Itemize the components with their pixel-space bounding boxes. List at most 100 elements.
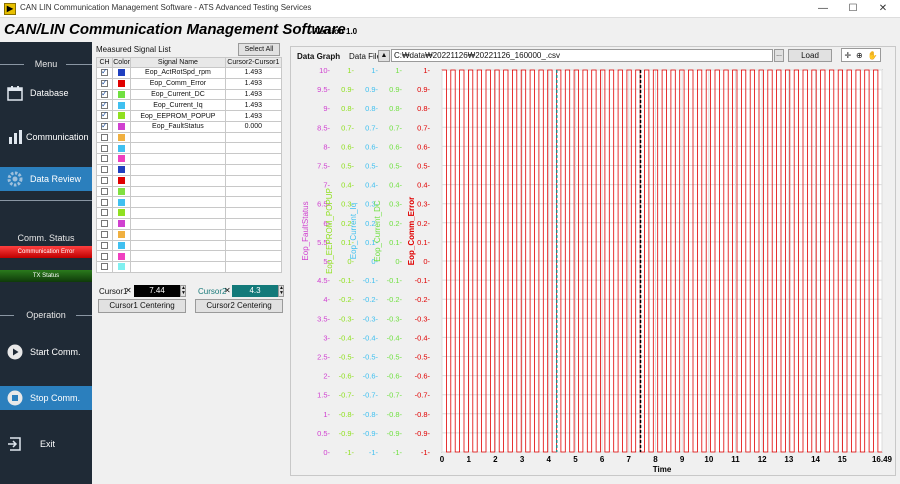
data-graph-chart[interactable]: 0 1 2 3 4 5 6 7 8 9 10 11 12 13 14 15 16.49Time10-9.5-9-… [292, 62, 894, 474]
signal-row[interactable]: Eop_ActRotSpd_rpm1.493 [95, 67, 283, 79]
signal-color-swatch[interactable] [118, 123, 126, 131]
close-button[interactable]: ✕ [868, 1, 898, 17]
signal-checkbox-cell[interactable] [95, 217, 114, 230]
signal-row[interactable] [95, 207, 283, 219]
signal-color-cell[interactable] [112, 185, 132, 198]
cursor2-centering-button[interactable]: Cursor2 Centering [195, 299, 283, 313]
signal-color-cell[interactable] [112, 261, 132, 273]
exit-button[interactable]: Exit [0, 432, 92, 456]
signal-checkbox[interactable] [101, 263, 109, 271]
signal-row[interactable] [95, 196, 283, 209]
signal-color-cell[interactable] [112, 196, 132, 209]
signal-row[interactable] [95, 250, 283, 263]
signal-row[interactable] [95, 142, 283, 155]
signal-color-cell[interactable] [112, 217, 132, 230]
signal-row[interactable] [95, 239, 283, 252]
signal-color-cell[interactable] [112, 77, 132, 90]
signal-color-cell[interactable] [112, 174, 132, 187]
minimize-button[interactable]: — [808, 1, 838, 17]
signal-checkbox[interactable] [101, 241, 109, 249]
signal-row[interactable] [95, 261, 283, 273]
signal-row[interactable] [95, 185, 283, 198]
signal-color-cell[interactable] [112, 250, 132, 263]
signal-checkbox[interactable] [101, 187, 109, 195]
signal-checkbox-cell[interactable] [95, 239, 114, 252]
signal-checkbox[interactable] [101, 155, 109, 163]
cursor2-value[interactable]: 4.3 [232, 285, 278, 297]
signal-color-swatch[interactable] [118, 112, 126, 120]
signal-checkbox-cell[interactable] [95, 207, 114, 219]
start-comm-button[interactable]: Start Comm. [0, 340, 92, 364]
signal-checkbox-cell[interactable] [95, 228, 114, 241]
signal-row[interactable]: Eop_Current_DC1.493 [95, 88, 283, 101]
signal-checkbox[interactable] [101, 112, 109, 120]
signal-color-cell[interactable] [112, 67, 132, 79]
folder-icon[interactable]: ▲ [378, 50, 390, 62]
signal-color-swatch[interactable] [118, 230, 126, 238]
signal-color-swatch[interactable] [118, 209, 126, 217]
zoom-tool-icon[interactable]: ⊕ [856, 51, 863, 60]
signal-checkbox[interactable] [101, 79, 109, 87]
signal-color-swatch[interactable] [118, 69, 126, 77]
signal-color-swatch[interactable] [118, 90, 126, 98]
signal-row[interactable] [95, 153, 283, 166]
signal-row[interactable] [95, 217, 283, 230]
signal-row[interactable] [95, 174, 283, 187]
maximize-button[interactable]: ☐ [838, 1, 868, 17]
signal-checkbox[interactable] [101, 220, 109, 228]
signal-color-swatch[interactable] [118, 166, 126, 174]
signal-color-cell[interactable] [112, 153, 132, 166]
signal-row[interactable]: Eop_EEPROM_POPUP1.493 [95, 110, 283, 122]
signal-checkbox-cell[interactable] [95, 174, 114, 187]
signal-color-swatch[interactable] [118, 263, 126, 271]
signal-color-swatch[interactable] [118, 187, 126, 195]
signal-checkbox-cell[interactable] [95, 99, 114, 112]
signal-checkbox-cell[interactable] [95, 164, 114, 176]
signal-color-cell[interactable] [112, 164, 132, 176]
signal-checkbox-cell[interactable] [95, 196, 114, 209]
signal-checkbox[interactable] [101, 122, 109, 131]
signal-checkbox-cell[interactable] [95, 110, 114, 122]
browse-button[interactable]: ... [774, 49, 784, 62]
signal-checkbox-cell[interactable] [95, 153, 114, 166]
load-button[interactable]: Load [788, 49, 832, 62]
data-file-path-input[interactable]: C:₩data₩20221126₩20221126_160000_.csv [391, 49, 773, 62]
signal-color-swatch[interactable] [118, 133, 126, 141]
signal-checkbox-cell[interactable] [95, 67, 114, 79]
signal-color-cell[interactable] [112, 88, 132, 101]
signal-checkbox-cell[interactable] [95, 261, 114, 273]
signal-checkbox[interactable] [101, 166, 109, 174]
signal-color-swatch[interactable] [118, 101, 126, 109]
signal-checkbox[interactable] [101, 101, 109, 109]
signal-checkbox[interactable] [101, 68, 109, 77]
signal-color-swatch[interactable] [118, 155, 126, 163]
signal-color-cell[interactable] [112, 110, 132, 122]
signal-color-swatch[interactable] [118, 177, 126, 185]
signal-color-cell[interactable] [112, 120, 132, 133]
cursor1-value[interactable]: 7.44 [134, 285, 180, 297]
signal-checkbox-cell[interactable] [95, 142, 114, 155]
signal-checkbox[interactable] [101, 230, 109, 238]
crosshair-tool-icon[interactable]: ✛ [844, 51, 851, 60]
signal-row[interactable] [95, 228, 283, 241]
signal-checkbox[interactable] [101, 252, 109, 260]
signal-row[interactable] [95, 131, 283, 144]
signal-row[interactable] [95, 164, 283, 176]
signal-color-cell[interactable] [112, 131, 132, 144]
signal-checkbox[interactable] [101, 209, 109, 217]
signal-row[interactable]: Eop_Comm_Error1.493 [95, 77, 283, 90]
signal-row[interactable]: Eop_FaultStatus0.000 [95, 120, 283, 133]
nav-data-review[interactable]: Data Review [0, 167, 92, 191]
signal-checkbox[interactable] [101, 133, 109, 141]
nav-communication[interactable]: Communication [0, 125, 92, 149]
cursor1-spinner[interactable]: ▲ ▼ [180, 285, 186, 297]
cursor1-centering-button[interactable]: Cursor1 Centering [98, 299, 186, 313]
signal-color-swatch[interactable] [118, 241, 126, 249]
nav-database[interactable]: Database [0, 81, 92, 105]
signal-checkbox-cell[interactable] [95, 88, 114, 101]
signal-checkbox[interactable] [101, 144, 109, 152]
signal-color-cell[interactable] [112, 142, 132, 155]
pan-tool-icon[interactable]: ✋ [868, 51, 878, 60]
signal-color-cell[interactable] [112, 228, 132, 241]
signal-row[interactable]: Eop_Current_Iq1.493 [95, 99, 283, 112]
